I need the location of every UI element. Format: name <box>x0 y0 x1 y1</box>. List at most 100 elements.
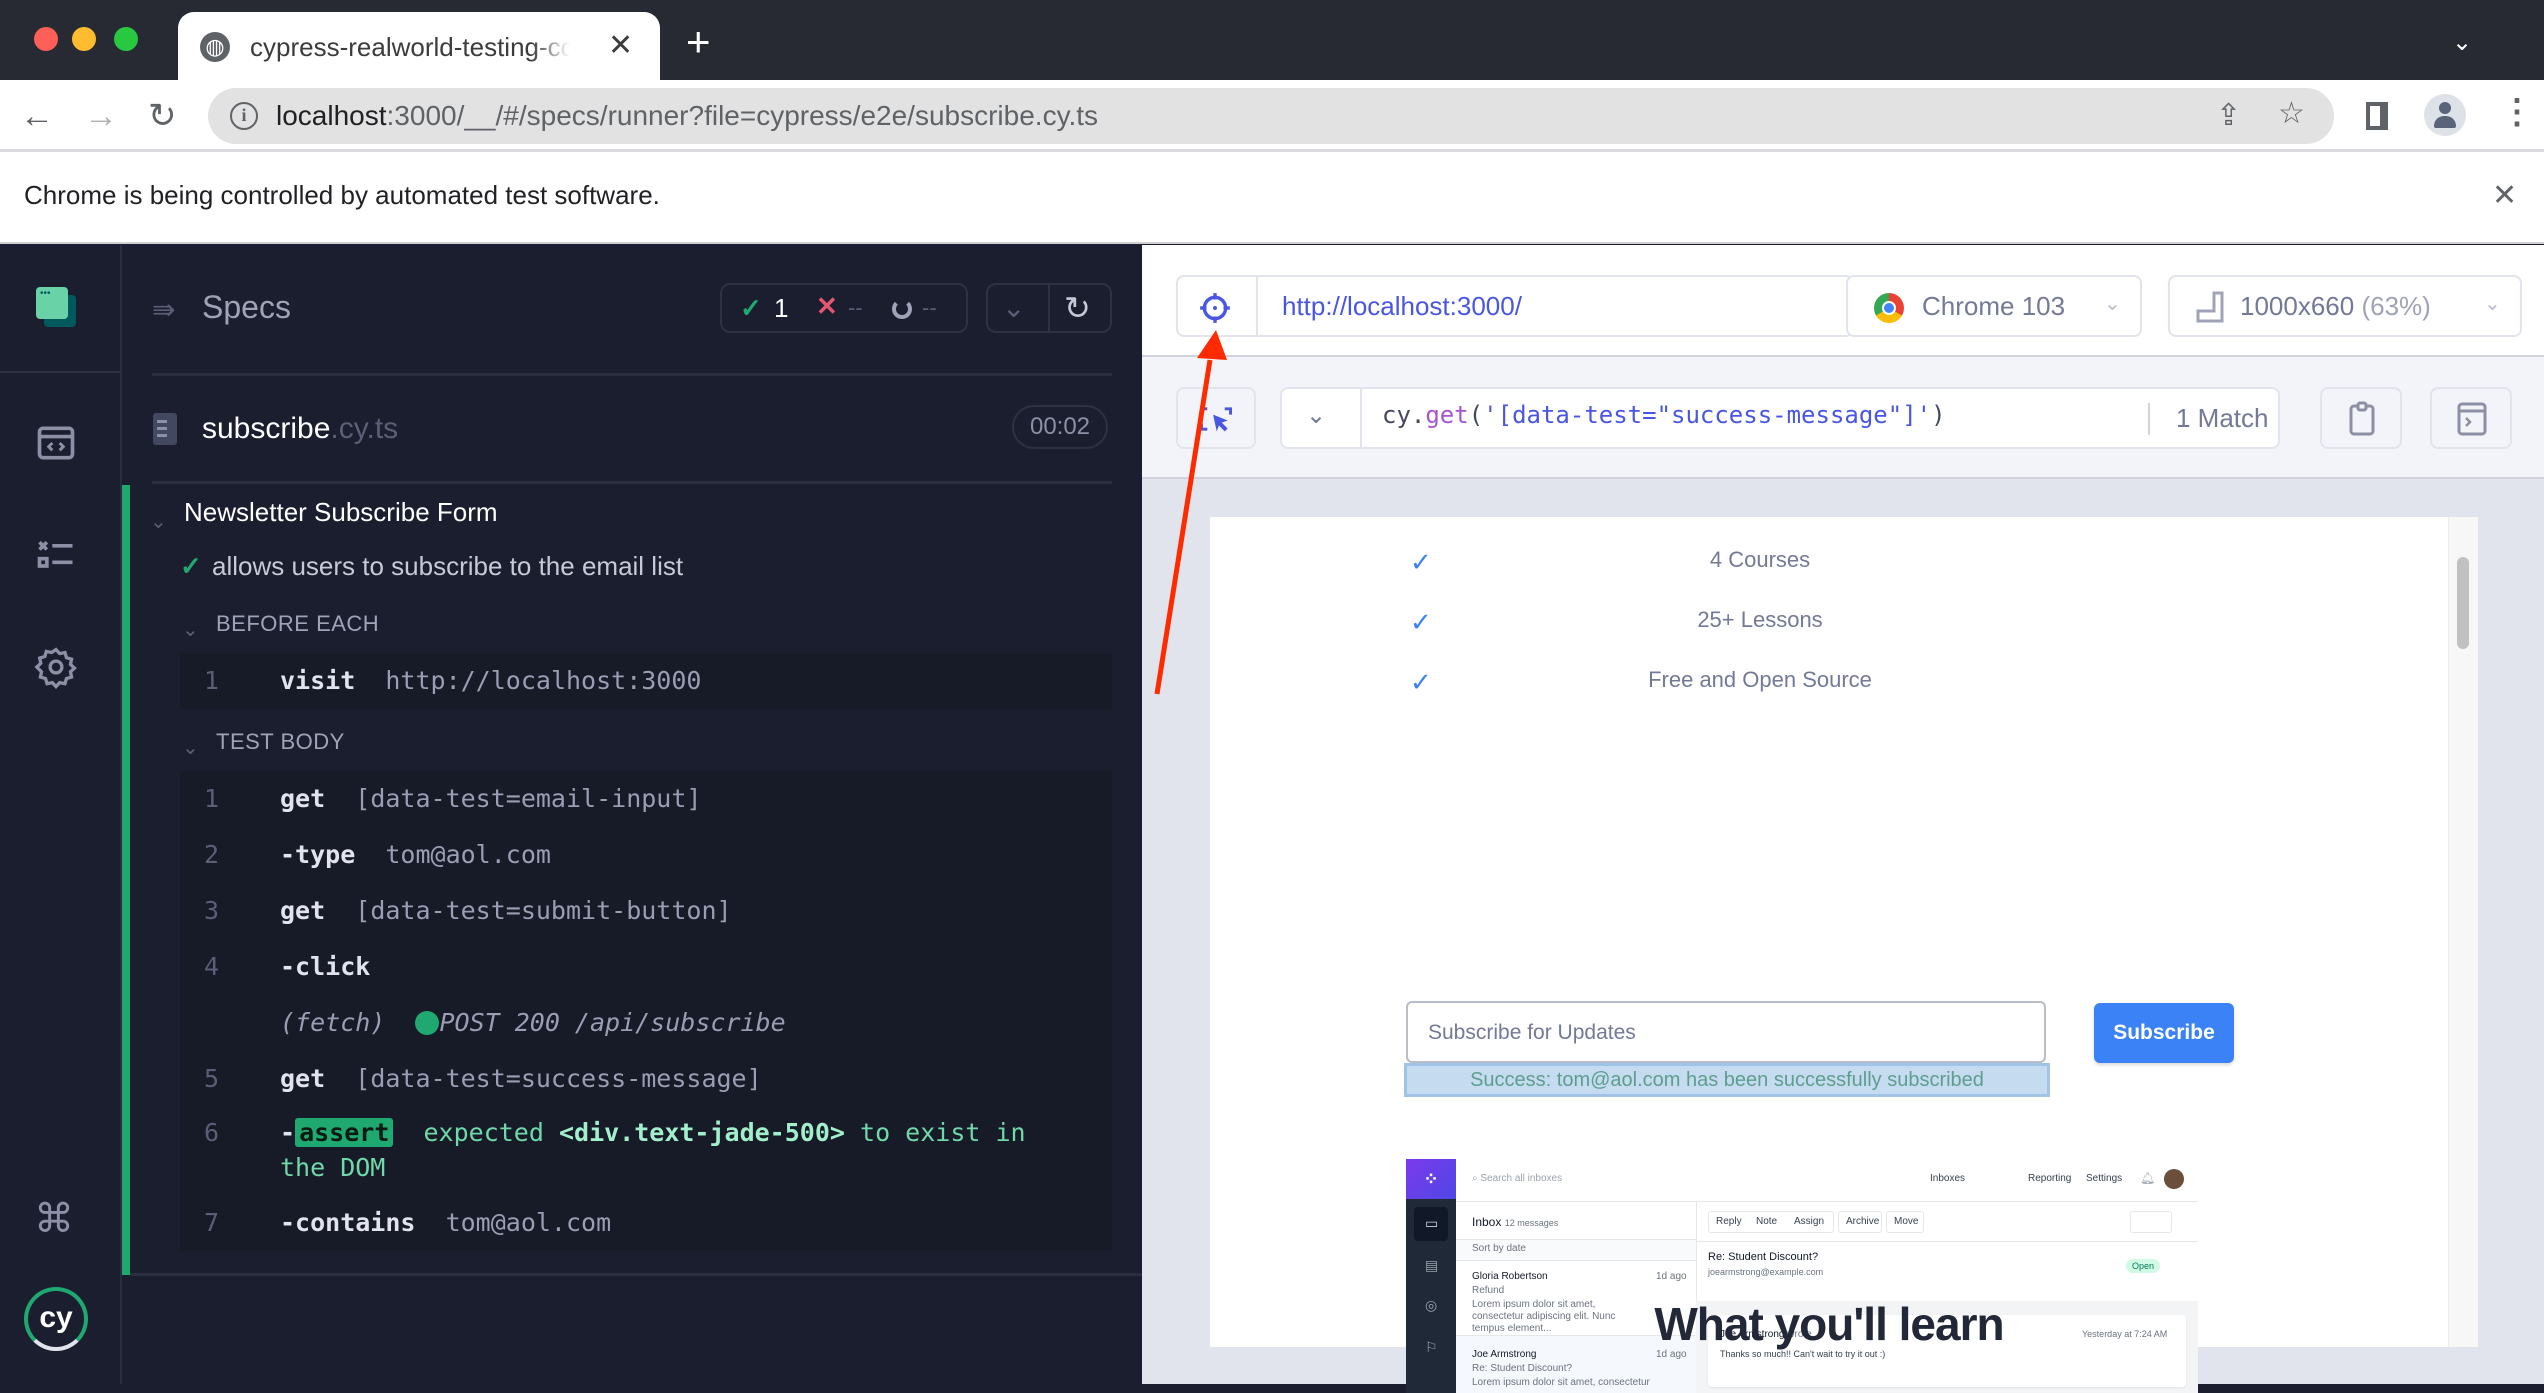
viewport-selector[interactable]: 1000x660 (63%) ⌄ <box>2168 275 2522 337</box>
test-body-commands: 1 get [data-test=email-input] 2 -type to… <box>180 771 1112 1251</box>
browser-chevron-icon: ⌄ <box>2104 293 2121 315</box>
browser-tab[interactable]: ◍ cypress-realworld-testing-course ✕ <box>178 12 660 80</box>
aut-viewport: ✓ 4 Courses ✓ 25+ Lessons ✓ Free and Open S… <box>1210 517 2478 1393</box>
assertion-row[interactable]: 6 - assert expected <div.text-jade-500> t… <box>180 1107 1112 1197</box>
command-row[interactable]: 1 visit http://localhost:3000 <box>180 653 1112 709</box>
browser-name: Chrome 103 <box>1922 291 2066 321</box>
failed-count: -- <box>848 295 863 320</box>
selector-expression[interactable]: cy.get('[data-test="success-message"]') <box>1382 401 1946 429</box>
fetch-status-dot <box>415 1011 440 1035</box>
passed-icon: ✓ <box>740 293 762 323</box>
suite-chevron-icon[interactable]: ⌄ <box>150 509 167 534</box>
document-icon <box>153 413 177 445</box>
selector-input[interactable]: ⌄ cy.get('[data-test="success-message"]'… <box>1280 387 2280 449</box>
close-tab-icon[interactable]: ✕ <box>608 28 633 64</box>
command-name: -type <box>280 840 356 869</box>
runs-icon[interactable] <box>34 533 78 577</box>
command-row[interactable]: 2 -type tom@aol.com <box>180 827 1112 883</box>
spec-file-name: subscribe.cy.ts <box>202 412 399 445</box>
email-input[interactable]: Subscribe for Updates <box>1406 1001 2046 1063</box>
aut-url-bar: http://localhost:3000/ <box>1176 275 1854 337</box>
spec-duration: 00:02 <box>1012 405 1108 449</box>
before-each-label[interactable]: BEFORE EACH <box>216 611 379 637</box>
success-message: Success: tom@aol.com has been successful… <box>1404 1063 2050 1097</box>
command-row[interactable]: 7 -contains tom@aol.com <box>180 1195 1112 1251</box>
spec-divider <box>152 481 1112 484</box>
share-icon[interactable]: ⇪ <box>2216 98 2241 134</box>
settings-icon[interactable] <box>34 645 78 689</box>
menu-icon[interactable]: ⋮ <box>2500 94 2534 130</box>
command-message: http://localhost:3000 <box>385 666 702 695</box>
rerun-icon[interactable]: ↻ <box>1064 289 1091 327</box>
aut-url[interactable]: http://localhost:3000/ <box>1282 291 1522 322</box>
profile-icon[interactable] <box>2424 94 2466 136</box>
subscribe-button[interactable]: Subscribe <box>2094 1003 2234 1063</box>
viewport-scrollbar[interactable] <box>2448 517 2478 1347</box>
before-each-commands: 1 visit http://localhost:3000 <box>180 653 1112 709</box>
back-icon[interactable]: ← <box>20 96 54 136</box>
passed-count: 1 <box>774 293 789 323</box>
side-panel-icon[interactable] <box>2366 102 2388 130</box>
collapse-chevron-icon[interactable]: ⌄ <box>1002 291 1025 324</box>
email-input-placeholder: Subscribe for Updates <box>1428 1021 1636 1044</box>
scrollbar-thumb[interactable] <box>2457 557 2469 649</box>
minimize-window-button[interactable] <box>72 27 96 51</box>
section-heading: What you'll learn <box>1654 1298 2004 1350</box>
close-window-button[interactable] <box>34 27 58 51</box>
cypress-logo[interactable]: cy <box>24 1287 88 1351</box>
cypress-app-logo[interactable]: ••• <box>36 287 76 327</box>
browser-toolbar: ← → ↻ i localhost:3000/__/#/specs/runner… <box>0 80 2544 152</box>
command-name: -contains <box>280 1208 416 1237</box>
forward-icon[interactable]: → <box>84 96 118 136</box>
command-row[interactable]: 1 get [data-test=email-input] <box>180 771 1112 827</box>
mock-logo: ⁘ <box>1406 1159 1456 1199</box>
command-name: -click <box>280 952 371 981</box>
suite-title[interactable]: Newsletter Subscribe Form <box>184 497 498 528</box>
tab-search-chevron-icon[interactable]: ⌄ <box>2452 28 2472 57</box>
command-name: visit <box>280 666 356 695</box>
command-message: [data-test=submit-button] <box>355 896 732 925</box>
fetch-label: (fetch) <box>280 1008 386 1037</box>
command-row[interactable]: 4 -click <box>180 939 1112 995</box>
keyboard-shortcuts-icon[interactable]: ⌘ <box>34 1197 74 1241</box>
new-tab-button[interactable]: + <box>686 21 711 63</box>
tab-title: cypress-realworld-testing-course <box>250 32 570 62</box>
before-each-chevron-icon[interactable]: ⌄ <box>182 617 199 642</box>
test-body-label[interactable]: TEST BODY <box>216 729 345 755</box>
info-icon[interactable]: i <box>230 102 258 130</box>
copy-selector-button[interactable] <box>2320 387 2402 449</box>
maximize-window-button[interactable] <box>114 27 138 51</box>
reload-icon[interactable]: ↻ <box>148 96 177 136</box>
specs-list-icon: ⇛ <box>152 294 176 325</box>
selector-playground-bar: ⌄ cy.get('[data-test="success-message"]'… <box>1142 357 2544 479</box>
chrome-logo-icon <box>1874 293 1904 323</box>
command-name: get <box>280 784 326 813</box>
fetch-row[interactable]: (fetch) POST 200 /api/subscribe <box>180 995 1112 1051</box>
method-chevron-icon[interactable]: ⌄ <box>1306 401 1326 430</box>
inbox-screenshot: ⁘ ▭ ▤ ◎ ⚐ ⌕ Search all inboxes Inboxes R… <box>1406 1159 2198 1393</box>
star-icon[interactable]: ☆ <box>2278 96 2305 132</box>
failed-icon: ✕ <box>816 291 838 321</box>
element-picker-button[interactable] <box>1176 387 1256 449</box>
test-title[interactable]: allows users to subscribe to the email l… <box>212 551 683 582</box>
browser-selector[interactable]: Chrome 103 ⌄ <box>1846 275 2142 337</box>
specs-icon[interactable] <box>34 421 78 465</box>
command-message: [data-test=success-message] <box>355 1064 762 1093</box>
reporter-bottom-divider <box>130 1273 1142 1276</box>
test-body-chevron-icon[interactable]: ⌄ <box>182 735 199 760</box>
cypress-sidebar: ••• ⌘ cy <box>0 245 122 1384</box>
match-count: 1 Match <box>2176 403 2269 433</box>
test-stats: ✓ 1 ✕ -- -- <box>720 283 968 333</box>
command-row[interactable]: 5 get [data-test=success-message] <box>180 1051 1112 1107</box>
selector-playground-icon[interactable] <box>1198 291 1232 325</box>
command-row[interactable]: 3 get [data-test=submit-button] <box>180 883 1112 939</box>
feature-item: ✓ 25+ Lessons <box>1410 607 1823 637</box>
address-bar-url: localhost:3000/__/#/specs/runner?file=cy… <box>276 100 1099 131</box>
pending-icon <box>892 299 912 319</box>
print-to-console-button[interactable] <box>2430 387 2512 449</box>
viewport-size: 1000x660 (63%) <box>2240 291 2431 321</box>
test-status-bar <box>122 485 130 1275</box>
address-bar[interactable]: i localhost:3000/__/#/specs/runner?file=… <box>208 88 2334 144</box>
close-infobar-icon[interactable]: ✕ <box>2492 178 2517 213</box>
assert-badge: assert <box>295 1118 394 1147</box>
